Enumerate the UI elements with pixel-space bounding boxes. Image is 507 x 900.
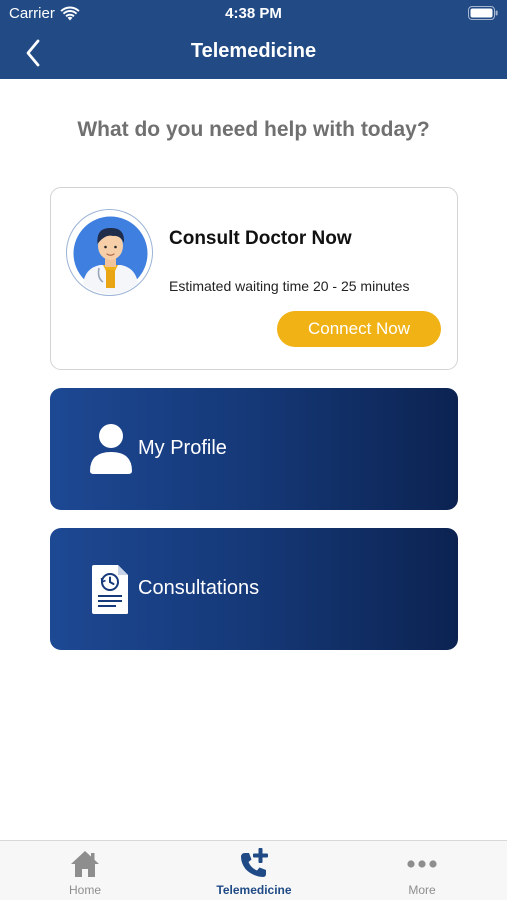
page-title: Telemedicine [190, 40, 317, 62]
document-history-icon [92, 565, 128, 614]
user-icon [90, 424, 132, 474]
consult-doctor-card: Consult Doctor Now Estimated waiting tim… [50, 187, 458, 370]
status-time: 4:38 PM [225, 5, 282, 22]
tab-bar: Home Telemedicine More [0, 840, 507, 900]
tab-telemedicine[interactable]: Telemedicine [194, 841, 314, 900]
help-question: What do you need help with today? [77, 118, 430, 141]
status-bar: Carrier 4:38 PM [0, 0, 507, 28]
app-header: Carrier 4:38 PM Telemedicine [0, 0, 507, 79]
tab-home[interactable]: Home [25, 841, 145, 900]
tab-telemedicine-label: Telemedicine [216, 883, 292, 897]
doctor-avatar [66, 209, 153, 296]
battery-icon [468, 6, 498, 20]
tab-home-label: Home [68, 883, 101, 897]
more-dots-icon [407, 860, 437, 868]
my-profile-card[interactable]: My Profile [50, 388, 458, 510]
consult-title: Consult Doctor Now [169, 228, 352, 249]
doctor-illustration [73, 216, 148, 294]
phone-plus-icon [241, 848, 268, 877]
home-icon [71, 851, 99, 877]
tab-more-label: More [408, 883, 436, 897]
nav-bar: Telemedicine [0, 28, 507, 79]
consultations-card[interactable]: Consultations [50, 528, 458, 650]
waiting-time-text: Estimated waiting time 20 - 25 minutes [169, 278, 410, 294]
consultations-label: Consultations [138, 577, 260, 599]
my-profile-label: My Profile [138, 437, 227, 459]
connect-now-button[interactable]: Connect Now [277, 311, 441, 347]
tab-more[interactable]: More [362, 841, 482, 900]
